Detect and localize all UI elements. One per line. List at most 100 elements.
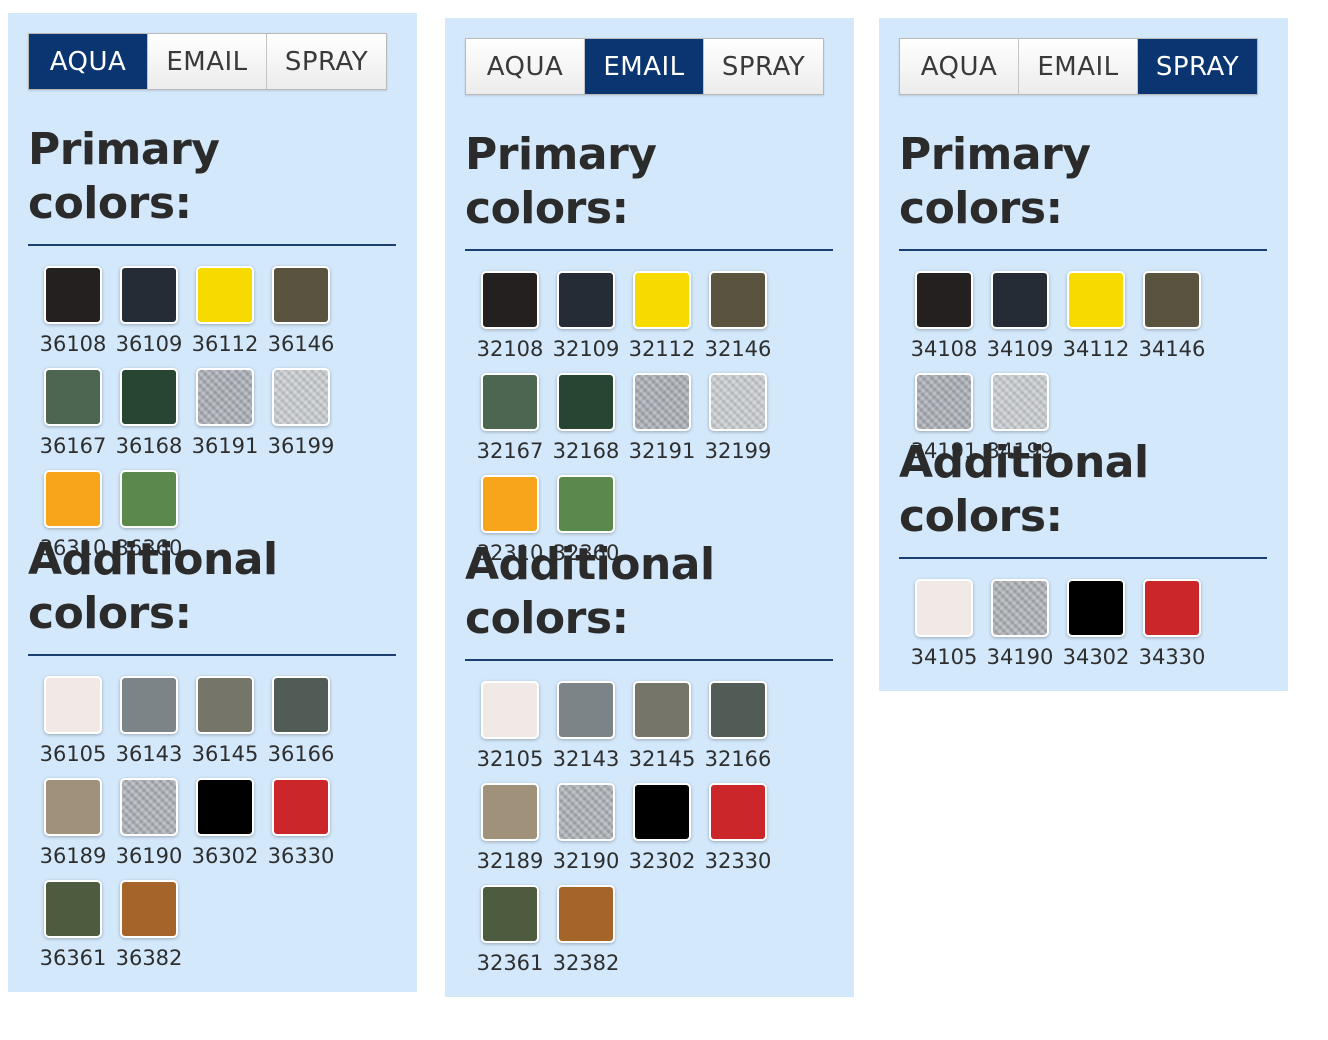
swatch-color-chip[interactable] — [272, 676, 330, 734]
swatch-color-chip[interactable] — [709, 373, 767, 431]
swatch-color-chip[interactable] — [709, 271, 767, 329]
color-swatch-34190[interactable]: 34190 — [982, 579, 1058, 669]
color-swatch-36105[interactable]: 36105 — [35, 676, 111, 766]
swatch-color-chip[interactable] — [1143, 579, 1201, 637]
swatch-color-chip[interactable] — [557, 373, 615, 431]
swatch-color-chip[interactable] — [915, 579, 973, 637]
swatch-color-chip[interactable] — [44, 368, 102, 426]
color-swatch-32105[interactable]: 32105 — [472, 681, 548, 771]
color-swatch-32168[interactable]: 32168 — [548, 373, 624, 463]
swatch-color-chip[interactable] — [44, 266, 102, 324]
color-swatch-34108[interactable]: 34108 — [906, 271, 982, 361]
color-swatch-32190[interactable]: 32190 — [548, 783, 624, 873]
color-swatch-32330[interactable]: 32330 — [700, 783, 776, 873]
swatch-color-chip[interactable] — [991, 373, 1049, 431]
color-swatch-34302[interactable]: 34302 — [1058, 579, 1134, 669]
color-swatch-32361[interactable]: 32361 — [472, 885, 548, 975]
swatch-color-chip[interactable] — [1067, 579, 1125, 637]
color-swatch-36191[interactable]: 36191 — [187, 368, 263, 458]
swatch-color-chip[interactable] — [709, 783, 767, 841]
color-swatch-34330[interactable]: 34330 — [1134, 579, 1210, 669]
swatch-color-chip[interactable] — [633, 271, 691, 329]
color-swatch-32146[interactable]: 32146 — [700, 271, 776, 361]
swatch-color-chip[interactable] — [272, 266, 330, 324]
color-swatch-32145[interactable]: 32145 — [624, 681, 700, 771]
swatch-color-chip[interactable] — [120, 266, 178, 324]
color-swatch-36382[interactable]: 36382 — [111, 880, 187, 970]
color-swatch-36146[interactable]: 36146 — [263, 266, 339, 356]
color-swatch-36109[interactable]: 36109 — [111, 266, 187, 356]
swatch-color-chip[interactable] — [633, 783, 691, 841]
color-swatch-36302[interactable]: 36302 — [187, 778, 263, 868]
swatch-color-chip[interactable] — [196, 676, 254, 734]
swatch-color-chip[interactable] — [196, 368, 254, 426]
color-swatch-34109[interactable]: 34109 — [982, 271, 1058, 361]
color-swatch-36167[interactable]: 36167 — [35, 368, 111, 458]
color-swatch-36189[interactable]: 36189 — [35, 778, 111, 868]
swatch-color-chip[interactable] — [120, 368, 178, 426]
color-swatch-36361[interactable]: 36361 — [35, 880, 111, 970]
swatch-color-chip[interactable] — [991, 271, 1049, 329]
swatch-color-chip[interactable] — [557, 681, 615, 739]
swatch-color-chip[interactable] — [120, 778, 178, 836]
swatch-color-chip[interactable] — [709, 681, 767, 739]
color-swatch-36330[interactable]: 36330 — [263, 778, 339, 868]
swatch-color-chip[interactable] — [44, 676, 102, 734]
swatch-color-chip[interactable] — [120, 470, 178, 528]
swatch-color-chip[interactable] — [196, 266, 254, 324]
swatch-color-chip[interactable] — [481, 373, 539, 431]
color-swatch-36143[interactable]: 36143 — [111, 676, 187, 766]
color-swatch-36168[interactable]: 36168 — [111, 368, 187, 458]
color-swatch-32189[interactable]: 32189 — [472, 783, 548, 873]
color-swatch-34146[interactable]: 34146 — [1134, 271, 1210, 361]
swatch-color-chip[interactable] — [633, 373, 691, 431]
swatch-color-chip[interactable] — [557, 783, 615, 841]
swatch-color-chip[interactable] — [991, 579, 1049, 637]
tab-spray[interactable]: SPRAY — [267, 34, 386, 89]
swatch-color-chip[interactable] — [481, 885, 539, 943]
tab-aqua[interactable]: AQUA — [29, 34, 148, 89]
swatch-color-chip[interactable] — [557, 271, 615, 329]
swatch-color-chip[interactable] — [44, 778, 102, 836]
tab-aqua[interactable]: AQUA — [466, 39, 585, 94]
swatch-color-chip[interactable] — [44, 880, 102, 938]
swatch-color-chip[interactable] — [272, 778, 330, 836]
swatch-color-chip[interactable] — [481, 475, 539, 533]
tab-email[interactable]: EMAIL — [148, 34, 267, 89]
color-swatch-34105[interactable]: 34105 — [906, 579, 982, 669]
color-swatch-34112[interactable]: 34112 — [1058, 271, 1134, 361]
color-swatch-36190[interactable]: 36190 — [111, 778, 187, 868]
tab-spray[interactable]: SPRAY — [1138, 39, 1257, 94]
swatch-color-chip[interactable] — [1143, 271, 1201, 329]
swatch-color-chip[interactable] — [196, 778, 254, 836]
swatch-color-chip[interactable] — [272, 368, 330, 426]
swatch-color-chip[interactable] — [915, 271, 973, 329]
color-swatch-32191[interactable]: 32191 — [624, 373, 700, 463]
tab-aqua[interactable]: AQUA — [900, 39, 1019, 94]
color-swatch-32382[interactable]: 32382 — [548, 885, 624, 975]
swatch-color-chip[interactable] — [1067, 271, 1125, 329]
color-swatch-36112[interactable]: 36112 — [187, 266, 263, 356]
swatch-color-chip[interactable] — [481, 271, 539, 329]
swatch-color-chip[interactable] — [633, 681, 691, 739]
color-swatch-32166[interactable]: 32166 — [700, 681, 776, 771]
swatch-color-chip[interactable] — [120, 676, 178, 734]
swatch-color-chip[interactable] — [557, 885, 615, 943]
color-swatch-36199[interactable]: 36199 — [263, 368, 339, 458]
color-swatch-32167[interactable]: 32167 — [472, 373, 548, 463]
tab-spray[interactable]: SPRAY — [704, 39, 823, 94]
color-swatch-36166[interactable]: 36166 — [263, 676, 339, 766]
color-swatch-32108[interactable]: 32108 — [472, 271, 548, 361]
swatch-color-chip[interactable] — [481, 681, 539, 739]
tab-email[interactable]: EMAIL — [585, 39, 704, 94]
color-swatch-32199[interactable]: 32199 — [700, 373, 776, 463]
color-swatch-36108[interactable]: 36108 — [35, 266, 111, 356]
color-swatch-36145[interactable]: 36145 — [187, 676, 263, 766]
swatch-color-chip[interactable] — [481, 783, 539, 841]
color-swatch-32302[interactable]: 32302 — [624, 783, 700, 873]
color-swatch-32109[interactable]: 32109 — [548, 271, 624, 361]
swatch-color-chip[interactable] — [557, 475, 615, 533]
swatch-color-chip[interactable] — [44, 470, 102, 528]
color-swatch-32112[interactable]: 32112 — [624, 271, 700, 361]
tab-email[interactable]: EMAIL — [1019, 39, 1138, 94]
